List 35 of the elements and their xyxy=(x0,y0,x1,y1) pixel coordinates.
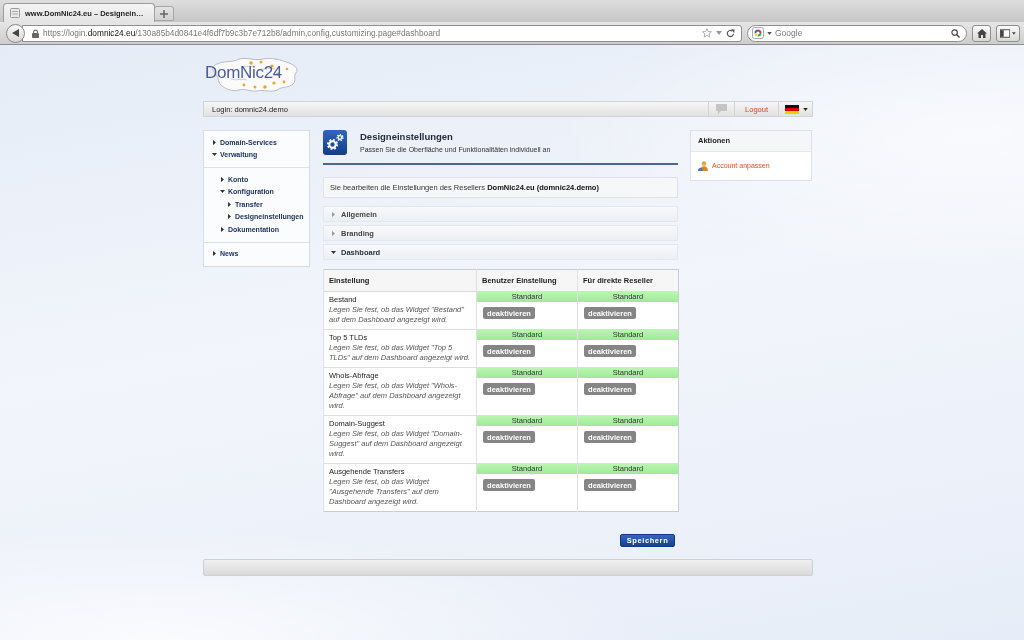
left-arrow-icon xyxy=(11,29,19,37)
plus-icon xyxy=(160,9,168,18)
page-title: Designeinstellungen xyxy=(360,131,454,143)
caret-icon[interactable] xyxy=(220,176,225,182)
caret-icon[interactable] xyxy=(227,214,232,220)
address-field[interactable]: https://login.domnic24.eu/130a85b4d0841e4f6df7b9c3b7e712b8/admin,config,customizing.page#dashboard xyxy=(22,24,742,42)
page-icon xyxy=(10,8,20,18)
caret-icon[interactable] xyxy=(767,31,772,35)
flag-icon xyxy=(785,104,799,114)
caret-icon[interactable] xyxy=(331,249,336,255)
caret-icon[interactable] xyxy=(803,107,808,111)
logo-text: DomNic24 xyxy=(205,63,282,83)
star-icon[interactable] xyxy=(702,28,712,38)
caret-icon[interactable] xyxy=(227,201,232,207)
gears-icon xyxy=(323,130,347,155)
search-engine-icon[interactable] xyxy=(752,27,764,39)
home-icon xyxy=(976,28,987,38)
window-icon xyxy=(1000,28,1011,38)
caret-icon[interactable] xyxy=(1012,31,1016,35)
caret-icon[interactable] xyxy=(220,226,225,232)
url-text: https://login.domnic24.eu/130a85b4d0841e4f6df7b9c3b7e712b8/admin,config,customizing.page#dashboard xyxy=(43,28,441,38)
caret-icon[interactable] xyxy=(212,152,217,158)
lock-icon xyxy=(32,28,39,38)
person-icon xyxy=(698,160,708,171)
reload-icon[interactable] xyxy=(726,28,735,38)
search-input[interactable]: Google xyxy=(775,27,948,39)
back-button[interactable] xyxy=(6,23,25,43)
caret-icon[interactable] xyxy=(212,251,217,257)
caret-icon[interactable] xyxy=(220,189,225,195)
search-icon[interactable] xyxy=(951,28,960,38)
search-bar[interactable]: Google xyxy=(747,24,967,42)
home-button[interactable] xyxy=(972,24,991,42)
new-tab-button[interactable] xyxy=(154,6,174,21)
caret-icon[interactable] xyxy=(212,139,217,145)
bookmarks-button[interactable] xyxy=(996,24,1020,42)
